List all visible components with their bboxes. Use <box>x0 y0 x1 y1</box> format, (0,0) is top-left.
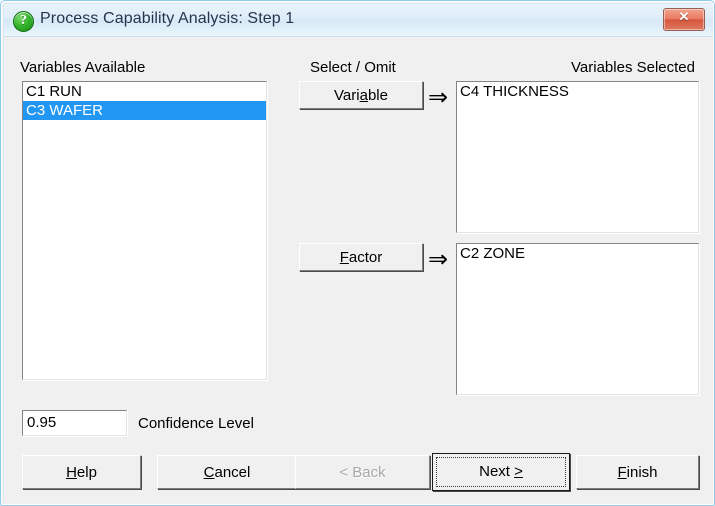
factors-selected-list[interactable]: C2 ZONE <box>456 243 699 395</box>
finish-button[interactable]: Finish <box>576 455 699 489</box>
finish-button-label: Finish <box>617 464 658 481</box>
variable-select-button[interactable]: Variable <box>299 81 423 109</box>
next-button[interactable]: Next > <box>432 453 570 491</box>
variables-available-list[interactable]: C1 RUN C3 WAFER <box>22 81 267 380</box>
select-omit-label: Select / Omit <box>310 59 396 76</box>
cancel-button[interactable]: Cancel <box>157 455 297 489</box>
factor-button-label: Factor <box>339 249 383 266</box>
window-title: Process Capability Analysis: Step 1 <box>40 10 295 27</box>
list-item[interactable]: C4 THICKNESS <box>457 82 698 101</box>
title-bar[interactable]: ? Process Capability Analysis: Step 1 ✕ <box>4 4 713 37</box>
confidence-level-value[interactable]: 0.95 <box>23 411 126 435</box>
confidence-level-label: Confidence Level <box>138 415 254 432</box>
arrow-right-variable-icon: ⇒ <box>428 83 449 111</box>
variables-selected-label: Variables Selected <box>571 59 695 76</box>
close-icon: ✕ <box>678 9 690 24</box>
help-button-label: Help <box>66 464 97 481</box>
help-button[interactable]: Help <box>22 455 141 489</box>
dialog-body: Variables Available C1 RUN C3 WAFER Sele… <box>4 37 713 504</box>
question-mark-icon: ? <box>13 11 34 32</box>
dialog-frame: ? Process Capability Analysis: Step 1 ✕ … <box>3 3 713 504</box>
question-mark-glyph: ? <box>20 13 27 28</box>
list-item[interactable]: C1 RUN <box>23 82 266 101</box>
factor-select-button[interactable]: Factor <box>299 243 423 271</box>
confidence-level-input[interactable]: 0.95 <box>22 410 127 436</box>
cancel-button-label: Cancel <box>203 464 251 481</box>
list-item[interactable]: C3 WAFER <box>23 101 266 120</box>
close-button[interactable]: ✕ <box>663 8 705 31</box>
focus-rectangle <box>436 457 566 487</box>
dialog-window: ? Process Capability Analysis: Step 1 ✕ … <box>0 0 715 506</box>
list-item[interactable]: C2 ZONE <box>457 244 698 263</box>
variables-available-label: Variables Available <box>20 59 146 76</box>
back-button-label: < Back <box>339 464 386 481</box>
back-button[interactable]: < Back <box>295 455 430 489</box>
arrow-right-factor-icon: ⇒ <box>428 245 449 273</box>
variables-selected-list[interactable]: C4 THICKNESS <box>456 81 699 233</box>
variable-button-label: Variable <box>334 87 388 104</box>
